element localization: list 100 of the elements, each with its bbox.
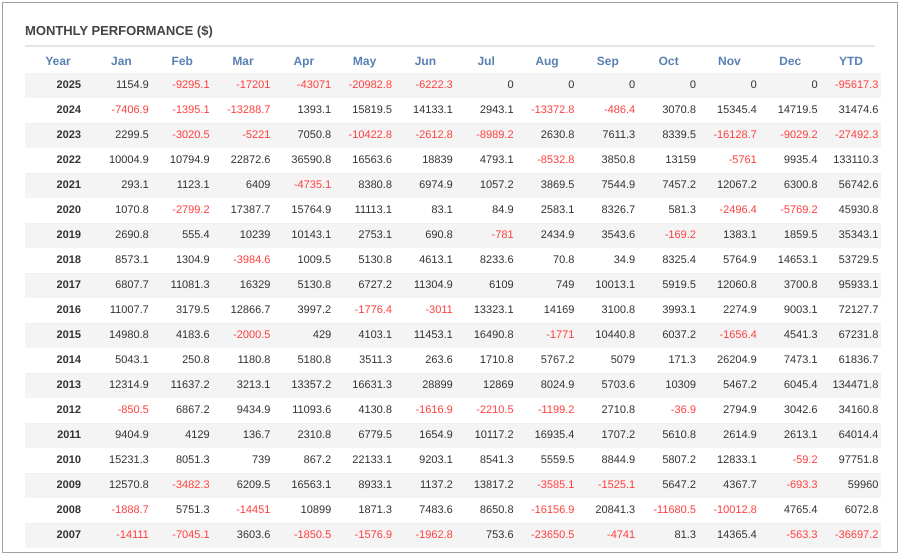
table-cell: 5807.2 bbox=[638, 448, 699, 473]
column-header: Sep bbox=[577, 49, 638, 73]
table-cell: 16329 bbox=[212, 273, 274, 298]
table-cell: 5180.8 bbox=[273, 348, 334, 373]
table-cell: 3850.8 bbox=[577, 148, 638, 173]
table-cell: 2274.9 bbox=[698, 298, 760, 323]
table-cell: 15345.4 bbox=[698, 98, 760, 123]
table-cell: 12067.2 bbox=[698, 173, 760, 198]
column-header: Feb bbox=[152, 49, 213, 73]
table-cell: -8532.8 bbox=[516, 148, 578, 173]
table-cell: 739 bbox=[212, 448, 274, 473]
table-cell: 2299.5 bbox=[91, 123, 152, 148]
table-cell: 13159 bbox=[638, 148, 699, 173]
year-cell: 2023 bbox=[25, 123, 91, 148]
table-cell: 1383.1 bbox=[698, 223, 760, 248]
table-cell: 1304.9 bbox=[152, 248, 213, 273]
table-cell: 6045.4 bbox=[760, 373, 821, 398]
table-cell: -1962.8 bbox=[394, 523, 456, 548]
table-cell: -59.2 bbox=[760, 448, 821, 473]
table-cell: 12833.1 bbox=[698, 448, 760, 473]
table-cell: 134471.8 bbox=[820, 373, 882, 398]
table-cell: 7473.1 bbox=[760, 348, 821, 373]
table-cell: 11304.9 bbox=[394, 273, 456, 298]
table-cell: -1576.9 bbox=[334, 523, 395, 548]
table-cell: 133110.3 bbox=[820, 148, 882, 173]
table-cell: 2583.1 bbox=[516, 198, 578, 223]
table-cell: 4765.4 bbox=[760, 498, 821, 523]
year-cell: 2024 bbox=[25, 98, 91, 123]
table-cell: 12314.9 bbox=[91, 373, 152, 398]
year-cell: 2020 bbox=[25, 198, 91, 223]
table-cell: -4735.1 bbox=[273, 173, 334, 198]
table-cell: 97751.8 bbox=[820, 448, 882, 473]
table-cell: 5647.2 bbox=[638, 473, 699, 498]
table-cell: 34.9 bbox=[577, 248, 638, 273]
year-cell: 2007 bbox=[25, 523, 91, 548]
table-cell: -36.9 bbox=[638, 398, 699, 423]
table-cell: 3042.6 bbox=[760, 398, 821, 423]
table-cell: 13357.2 bbox=[273, 373, 334, 398]
table-cell: 2613.1 bbox=[760, 423, 821, 448]
table-cell: -7045.1 bbox=[152, 523, 213, 548]
table-cell: 1137.2 bbox=[394, 473, 456, 498]
table-cell: -693.3 bbox=[760, 473, 821, 498]
table-cell: 28899 bbox=[394, 373, 456, 398]
year-cell: 2017 bbox=[25, 273, 91, 298]
column-header: Mar bbox=[212, 49, 274, 73]
table-cell: -1771 bbox=[516, 323, 578, 348]
column-header: YTD bbox=[820, 49, 882, 73]
table-cell: -1850.5 bbox=[273, 523, 334, 548]
table-cell: 136.7 bbox=[212, 423, 274, 448]
table-cell: -13372.8 bbox=[516, 98, 578, 123]
table-cell: -2612.8 bbox=[394, 123, 456, 148]
table-cell: 9003.1 bbox=[760, 298, 821, 323]
table-cell: -1395.1 bbox=[152, 98, 213, 123]
table-cell: 26204.9 bbox=[698, 348, 760, 373]
table-cell: 12570.8 bbox=[91, 473, 152, 498]
table-cell: 3179.5 bbox=[152, 298, 213, 323]
table-cell: 3543.6 bbox=[577, 223, 638, 248]
table-cell: 5919.5 bbox=[638, 273, 699, 298]
table-cell: 13817.2 bbox=[456, 473, 517, 498]
table-cell: 14719.5 bbox=[760, 98, 821, 123]
table-cell: 2310.8 bbox=[273, 423, 334, 448]
table-cell: 11637.2 bbox=[152, 373, 213, 398]
table-cell: 6779.5 bbox=[334, 423, 395, 448]
table-cell: 9434.9 bbox=[212, 398, 274, 423]
table-cell: 171.3 bbox=[638, 348, 699, 373]
table-cell: 95933.1 bbox=[820, 273, 882, 298]
year-cell: 2011 bbox=[25, 423, 91, 448]
table-cell: 59960 bbox=[820, 473, 882, 498]
table-cell: 10004.9 bbox=[91, 148, 152, 173]
table-cell: 4613.1 bbox=[394, 248, 456, 273]
table-cell: -850.5 bbox=[91, 398, 152, 423]
table-cell: 16935.4 bbox=[516, 423, 578, 448]
table-cell: 64014.4 bbox=[820, 423, 882, 448]
table-cell: 3511.3 bbox=[334, 348, 395, 373]
table-cell: -169.2 bbox=[638, 223, 699, 248]
table-cell: 263.6 bbox=[394, 348, 456, 373]
table-cell: 5130.8 bbox=[334, 248, 395, 273]
year-cell: 2021 bbox=[25, 173, 91, 198]
table-cell: 16631.3 bbox=[334, 373, 395, 398]
table-cell: 9404.9 bbox=[91, 423, 152, 448]
table-cell: 2943.1 bbox=[456, 98, 517, 123]
table-cell: 7050.8 bbox=[273, 123, 334, 148]
table-cell: -3020.5 bbox=[152, 123, 213, 148]
column-header: Jan bbox=[91, 49, 152, 73]
table-cell: 2710.8 bbox=[577, 398, 638, 423]
table-cell: 8380.8 bbox=[334, 173, 395, 198]
table-cell: 81.3 bbox=[638, 523, 699, 548]
table-cell: -23650.5 bbox=[516, 523, 578, 548]
section-title: MONTHLY PERFORMANCE ($) bbox=[25, 19, 875, 47]
table-cell: -43071 bbox=[273, 73, 334, 98]
table-cell: 34160.8 bbox=[820, 398, 882, 423]
table-cell: -13288.7 bbox=[212, 98, 274, 123]
column-header: Nov bbox=[698, 49, 760, 73]
table-cell: 8024.9 bbox=[516, 373, 578, 398]
year-cell: 2016 bbox=[25, 298, 91, 323]
table-cell: 8326.7 bbox=[577, 198, 638, 223]
table-cell: 0 bbox=[760, 73, 821, 98]
table-cell: -1776.4 bbox=[334, 298, 395, 323]
table-cell: -1616.9 bbox=[394, 398, 456, 423]
table-cell: 7611.3 bbox=[577, 123, 638, 148]
